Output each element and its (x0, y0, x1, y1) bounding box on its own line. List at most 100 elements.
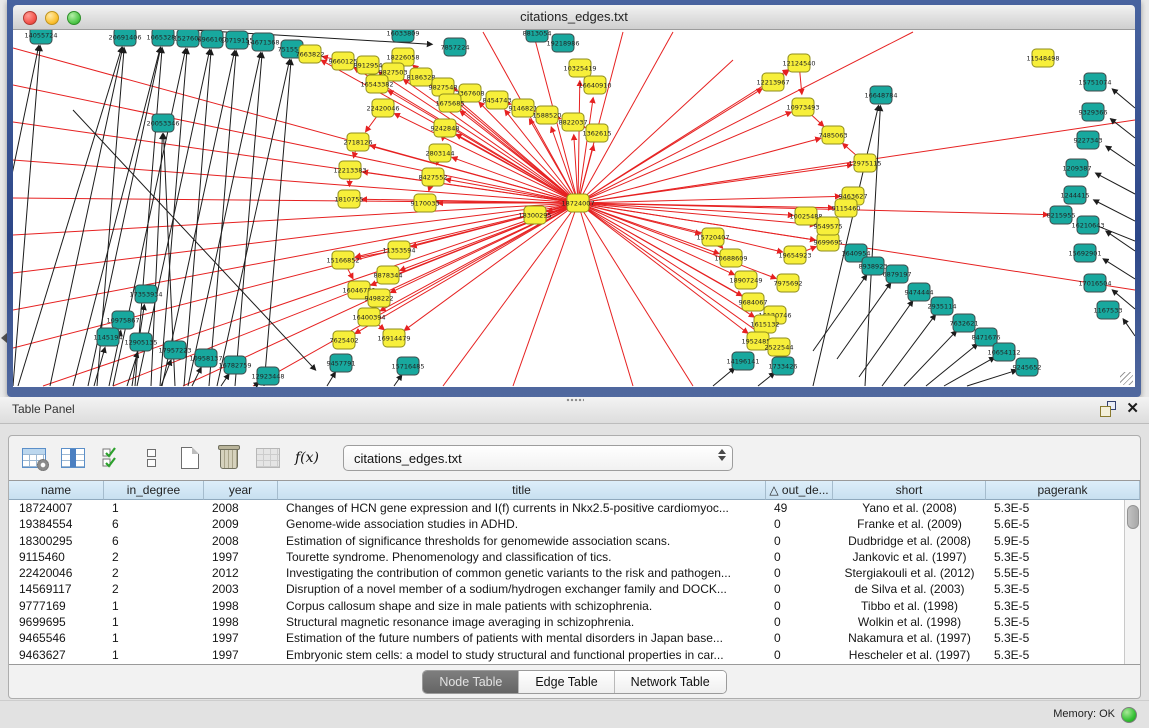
citation-edge[interactable] (235, 53, 262, 386)
graph-node[interactable]: 6879197 (883, 265, 912, 283)
graph-node[interactable]: 16640910 (578, 76, 611, 94)
citation-edge[interactable] (967, 370, 1017, 386)
float-panel-icon[interactable] (1100, 401, 1116, 417)
table-row[interactable]: 946362711997Embryonic stem cells: a mode… (9, 647, 1125, 663)
network-window-titlebar[interactable]: citations_edges.txt (13, 5, 1135, 30)
citation-edge[interactable] (578, 138, 820, 203)
tab-edge-table[interactable]: Edge Table (519, 671, 614, 693)
citation-edge[interactable] (327, 372, 335, 386)
graph-node[interactable]: 22420046 (366, 99, 399, 117)
citation-edge[interactable] (578, 32, 673, 203)
graph-node[interactable]: 9227343 (1074, 131, 1103, 149)
citation-edge[interactable] (412, 203, 578, 247)
graph-node[interactable]: 16648784 (864, 86, 897, 104)
graph-node[interactable]: 1615132 (751, 315, 780, 333)
graph-node[interactable]: 1244415 (1061, 186, 1090, 204)
citation-edge[interactable] (456, 134, 578, 203)
citation-edge[interactable] (758, 373, 774, 386)
citation-edge[interactable] (209, 51, 236, 386)
graph-node[interactable]: 10688609 (714, 249, 747, 267)
table-row[interactable]: 969969511998Structural magnetic resonanc… (9, 614, 1125, 630)
graph-node[interactable]: 18907249 (729, 271, 762, 289)
graph-node[interactable]: 16914479 (377, 329, 410, 347)
citation-edge[interactable] (578, 203, 748, 333)
table-selector-dropdown[interactable]: citations_edges.txt (343, 445, 733, 471)
graph-node[interactable]: 9457791 (327, 354, 356, 372)
citation-edge[interactable] (837, 283, 891, 359)
graph-node[interactable]: 12213967 (756, 73, 789, 91)
citation-edge[interactable] (1094, 200, 1135, 221)
column-header-out-degree[interactable]: △ out_de... (766, 481, 833, 500)
window-resize-grip[interactable] (1120, 372, 1133, 385)
graph-node[interactable]: 7857224 (441, 38, 470, 56)
graph-node[interactable]: 2803144 (426, 144, 455, 162)
network-canvas[interactable]: 1872400714055724206914061065328715276026… (13, 30, 1135, 387)
citation-edge[interactable] (184, 50, 211, 386)
graph-node[interactable]: 2935114 (928, 297, 957, 315)
citation-edge[interactable] (1112, 89, 1135, 108)
graph-node[interactable]: 9245652 (1013, 358, 1042, 376)
table-row[interactable]: 1872400712008Changes of HCN gene express… (9, 500, 1125, 516)
citation-edge[interactable] (161, 360, 171, 386)
graph-node[interactable]: 9498222 (365, 289, 394, 307)
citation-edge[interactable] (882, 315, 935, 386)
citation-edge[interactable] (944, 357, 994, 386)
graph-node[interactable]: 16210643 (1071, 216, 1104, 234)
graph-node[interactable]: 15692901 (1068, 244, 1101, 262)
graph-node[interactable]: 8878344 (374, 266, 403, 284)
citation-edge[interactable] (578, 203, 782, 252)
citation-edge[interactable] (713, 368, 735, 386)
citation-edge[interactable] (43, 203, 578, 386)
citation-edge[interactable] (578, 32, 913, 203)
graph-node[interactable]: 1167533 (1094, 301, 1123, 319)
citation-edge[interactable] (13, 46, 40, 386)
graph-node[interactable]: 12213383 (333, 161, 366, 179)
citation-edge[interactable] (13, 160, 578, 203)
graph-node[interactable]: 12124540 (782, 54, 815, 72)
graph-node[interactable]: 17016504 (1078, 274, 1111, 292)
graph-node[interactable]: 8427552 (419, 168, 448, 186)
function-builder-button[interactable]: f(x) (294, 445, 320, 471)
graph-node[interactable]: 15720407 (696, 228, 729, 246)
graph-node[interactable]: 1733426 (769, 357, 798, 375)
column-header-name[interactable]: name (9, 481, 104, 500)
graph-node[interactable]: 9699695 (814, 233, 843, 251)
graph-node[interactable]: 7663822 (296, 45, 325, 63)
column-header-year[interactable]: year (204, 481, 278, 500)
citation-edge[interactable] (394, 375, 402, 386)
graph-node[interactable]: 9170033 (411, 194, 440, 212)
graph-node[interactable]: 1362615 (583, 124, 612, 142)
tab-network-table[interactable]: Network Table (615, 671, 726, 693)
graph-node[interactable]: 16033809 (386, 30, 419, 42)
column-header-title[interactable]: title (278, 481, 766, 500)
citation-edge[interactable] (1103, 259, 1135, 279)
graph-node[interactable]: 9549575 (814, 217, 843, 235)
graph-node[interactable]: 10975867 (106, 311, 139, 329)
table-row[interactable]: 2242004622012Investigating the contribut… (9, 565, 1125, 581)
citation-edge[interactable] (404, 203, 578, 330)
table-row[interactable]: 1938455462009Genome-wide association stu… (9, 516, 1125, 532)
column-header-in-degree[interactable]: in_degree (104, 481, 204, 500)
citation-edge[interactable] (1123, 319, 1135, 336)
graph-node[interactable]: 11548498 (1026, 49, 1059, 67)
citation-edge[interactable] (188, 53, 261, 386)
table-row[interactable]: 1830029562008Estimation of significance … (9, 533, 1125, 549)
graph-node[interactable]: 10325419 (563, 59, 596, 77)
tab-node-table[interactable]: Node Table (423, 671, 519, 693)
graph-node[interactable]: 9329366 (1079, 103, 1108, 121)
graph-node[interactable]: 14196141 (726, 352, 759, 370)
graph-node[interactable]: 1145194 (94, 328, 123, 346)
graph-node[interactable]: 20053346 (146, 114, 179, 132)
citation-edge[interactable] (13, 198, 578, 203)
graph-node[interactable]: 15716485 (391, 357, 424, 375)
table-settings-button[interactable] (21, 445, 47, 471)
table-row[interactable]: 1456911722003Disruption of a novel membe… (9, 581, 1125, 597)
graph-node[interactable]: 10973493 (786, 98, 819, 116)
select-rows-button[interactable] (99, 445, 125, 471)
graph-node[interactable]: 8454743 (483, 91, 512, 109)
graph-node[interactable]: 14055724 (24, 30, 57, 44)
graph-node[interactable]: 20691406 (108, 30, 141, 46)
table-scrollbar[interactable] (1124, 500, 1140, 664)
citation-edge[interactable] (859, 301, 913, 377)
graph-node[interactable]: 2718126 (344, 133, 373, 151)
